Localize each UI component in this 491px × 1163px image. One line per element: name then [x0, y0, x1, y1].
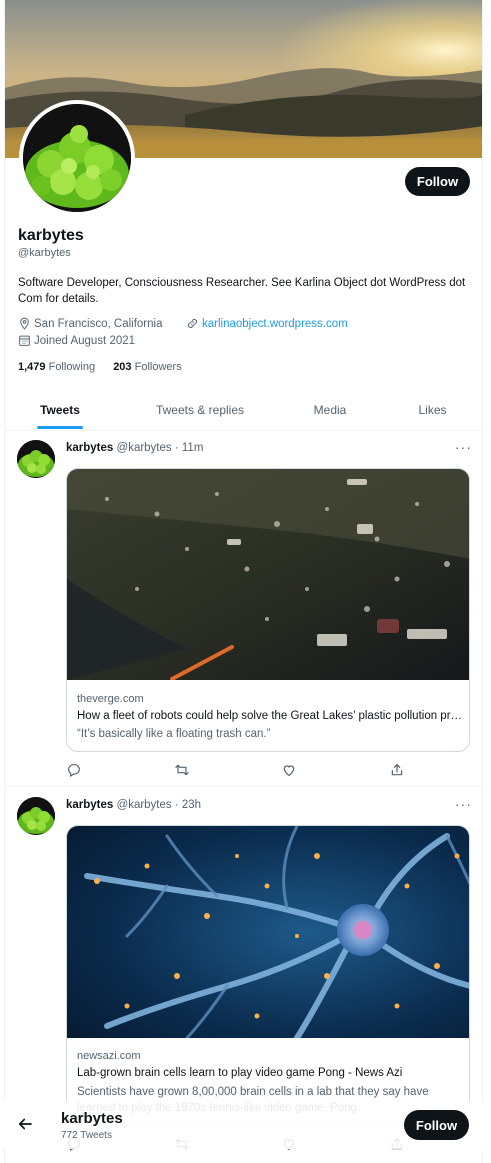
reply-icon[interactable]	[66, 762, 82, 778]
tweet-author-name[interactable]: karbytes	[66, 799, 113, 811]
romanesco-avatar-image	[17, 797, 55, 835]
card-title: Lab-grown brain cells learn to play vide…	[77, 1067, 403, 1079]
sticky-profile-bar: karbytes 772 Tweets Follow	[4, 1101, 483, 1149]
tweet-header: karbytes @karbytes · 11m	[66, 442, 203, 454]
profile-location: San Francisco, California	[18, 317, 162, 330]
card-domain: theverge.com	[77, 693, 144, 705]
map-pin-icon	[20, 317, 29, 330]
profile-website[interactable]: karlinaobject.wordpress.com	[186, 317, 348, 330]
profile-handle: @karbytes	[18, 247, 71, 259]
following-link[interactable]: 1,479 Following	[18, 361, 95, 373]
tweet-avatar[interactable]	[17, 797, 55, 835]
profile-page: Follow karbytes @karbytes Software Devel…	[4, 0, 483, 1163]
tab-tweets[interactable]: Tweets	[5, 389, 115, 431]
followers-label: Followers	[134, 361, 182, 373]
tweet-time[interactable]: · 11m	[175, 442, 204, 454]
link-card[interactable]: newsazi.com Lab-grown brain cells learn …	[66, 825, 470, 1125]
tweet-time[interactable]: · 23h	[175, 799, 201, 811]
tweet-author-handle[interactable]: @karbytes	[117, 442, 172, 454]
tab-media[interactable]: Media	[285, 389, 375, 431]
tweet-author-handle[interactable]: @karbytes	[117, 799, 172, 811]
more-options-icon[interactable]: ···	[455, 796, 472, 812]
more-options-icon[interactable]: ···	[455, 439, 472, 455]
link-icon	[188, 319, 197, 328]
profile-avatar[interactable]	[19, 100, 135, 216]
website-link[interactable]: karlinaobject.wordpress.com	[202, 318, 348, 330]
tab-tweets-replies[interactable]: Tweets & replies	[125, 389, 275, 431]
tweet[interactable]: karbytes @karbytes · 11m ··· theverge.co…	[5, 431, 482, 787]
followers-link[interactable]: 203 Followers	[113, 361, 182, 373]
bar-tweet-count: 772 Tweets	[61, 1130, 112, 1141]
back-arrow-icon[interactable]	[16, 1115, 34, 1133]
followers-count: 203	[113, 361, 132, 373]
calendar-icon	[19, 335, 30, 346]
card-description: “It’s basically like a floating trash ca…	[77, 728, 271, 740]
bar-profile-name: karbytes	[61, 1110, 123, 1127]
heart-icon[interactable]	[281, 762, 297, 778]
share-icon[interactable]	[389, 762, 405, 778]
link-card[interactable]: theverge.com How a fleet of robots could…	[66, 468, 470, 752]
tweet-header: karbytes @karbytes · 23h	[66, 799, 201, 811]
tab-likes[interactable]: Likes	[385, 389, 480, 431]
bar-follow-button[interactable]: Follow	[404, 1110, 469, 1140]
profile-name: karbytes	[18, 227, 84, 244]
joined-text: Joined August 2021	[34, 334, 136, 347]
romanesco-avatar-image	[23, 104, 131, 212]
follow-button[interactable]: Follow	[405, 167, 470, 196]
plastic-pollution-water-image	[67, 469, 469, 680]
profile-counts: 1,479 Following 203 Followers	[18, 361, 182, 373]
card-domain: newsazi.com	[77, 1050, 141, 1062]
profile-bio: Software Developer, Consciousness Resear…	[18, 277, 466, 305]
retweet-icon[interactable]	[174, 762, 190, 778]
neuron-illustration-image	[67, 826, 469, 1038]
romanesco-avatar-image	[17, 440, 55, 478]
active-tab-indicator	[37, 426, 83, 429]
following-count: 1,479	[18, 361, 46, 373]
profile-joined: Joined August 2021	[18, 334, 135, 347]
tweet-avatar[interactable]	[17, 440, 55, 478]
card-title: How a fleet of robots could help solve t…	[77, 710, 463, 722]
tweet-actions	[66, 762, 470, 780]
location-text: San Francisco, California	[34, 317, 163, 330]
profile-tabs: Tweets Tweets & replies Media Likes	[5, 389, 482, 431]
following-label: Following	[48, 361, 96, 373]
tweet-author-name[interactable]: karbytes	[66, 442, 113, 454]
